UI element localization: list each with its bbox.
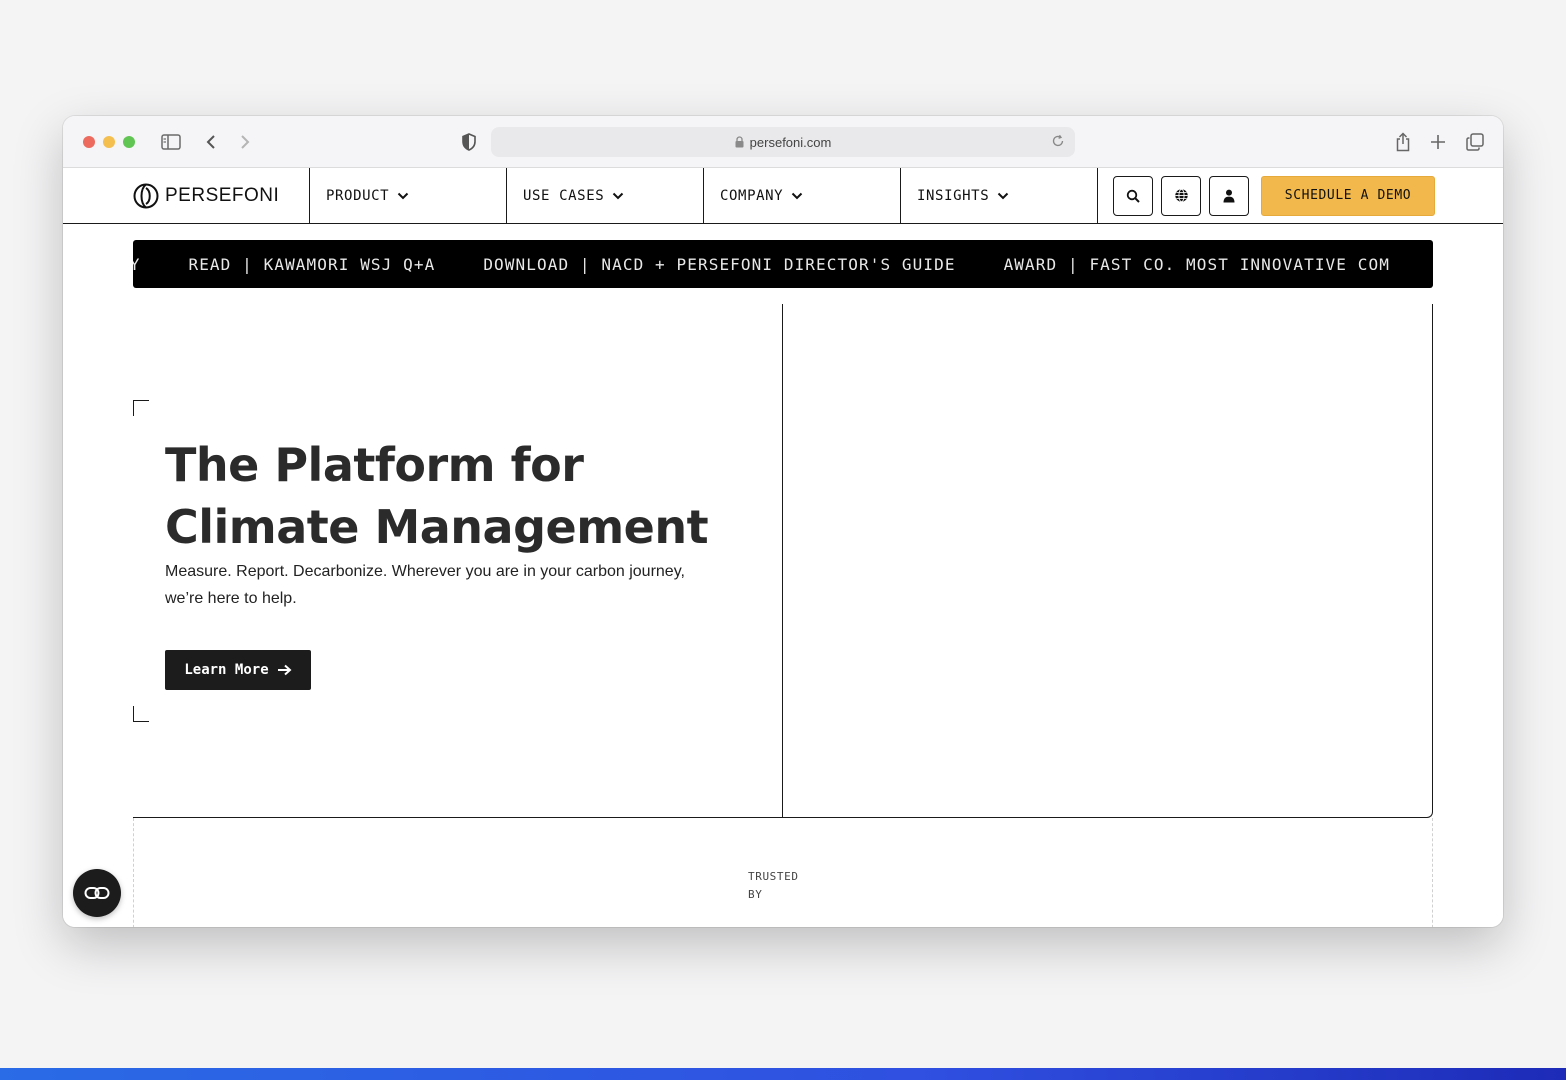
nav-item-company[interactable]: COMPANY <box>704 168 901 223</box>
ticker-item[interactable]: AWARD | FAST CO. MOST INNOVATIVE COM <box>1004 255 1390 274</box>
nav-item-insights[interactable]: INSIGHTS <box>901 168 1098 223</box>
nav-item-label: PRODUCT <box>326 187 390 204</box>
arrow-right-icon <box>277 664 292 676</box>
nav-item-label: COMPANY <box>720 187 784 204</box>
account-button[interactable] <box>1209 175 1249 216</box>
chevron-down-icon <box>612 192 624 200</box>
link-icon <box>84 887 110 899</box>
shield-icon[interactable] <box>457 130 481 154</box>
reload-icon[interactable] <box>1051 134 1065 148</box>
site-header: PERSEFONI PRODUCT USE CASES COMPANY INSI… <box>63 168 1503 224</box>
ticker-item[interactable]: READ | KAWAMORI WSJ Q+A <box>188 255 435 274</box>
chevron-down-icon <box>791 192 803 200</box>
trusted-by-section: TRUSTED BY <box>133 818 1433 927</box>
close-window-button[interactable] <box>83 136 95 148</box>
lock-icon <box>735 136 744 148</box>
tabs-overview-icon[interactable] <box>1463 130 1487 154</box>
browser-window: persefoni.com PERSEFONI PRODUCT USE CASE… <box>63 116 1503 927</box>
chevron-down-icon <box>997 192 1009 200</box>
share-icon[interactable] <box>1391 130 1415 154</box>
logo[interactable]: PERSEFONI <box>63 168 310 223</box>
hero-title: The Platform for Climate Management <box>165 438 709 554</box>
hero-media-panel <box>782 304 1433 818</box>
nav-item-product[interactable]: PRODUCT <box>310 168 507 223</box>
trusted-line-2: BY <box>748 888 763 901</box>
browser-titlebar: persefoni.com <box>63 116 1503 168</box>
learn-more-label: Learn More <box>184 662 269 678</box>
new-tab-icon[interactable] <box>1426 130 1450 154</box>
nav-item-label: USE CASES <box>523 187 605 204</box>
nav-item-use-cases[interactable]: USE CASES <box>507 168 704 223</box>
forward-icon[interactable] <box>233 130 257 154</box>
trusted-by-label: TRUSTED BY <box>748 868 808 904</box>
search-icon <box>1126 189 1140 203</box>
zoom-window-button[interactable] <box>123 136 135 148</box>
language-button[interactable] <box>1161 175 1201 216</box>
hero-subtitle: Measure. Report. Decarbonize. Wherever y… <box>165 563 685 607</box>
web-page: PERSEFONI PRODUCT USE CASES COMPANY INSI… <box>63 168 1503 927</box>
user-icon <box>1223 189 1235 202</box>
url-text: persefoni.com <box>749 134 832 150</box>
hero-text-panel: The Platform for Climate Management Meas… <box>133 304 783 818</box>
bottom-accent-bar <box>0 1068 1566 1080</box>
news-ticker: CY READ | KAWAMORI WSJ Q+A DOWNLOAD | NA… <box>133 240 1433 288</box>
back-icon[interactable] <box>199 130 223 154</box>
ticker-item[interactable]: CY <box>133 255 140 274</box>
minimize-window-button[interactable] <box>103 136 115 148</box>
floating-widget-button[interactable] <box>73 869 121 917</box>
corner-bracket <box>133 400 149 416</box>
learn-more-button[interactable]: Learn More <box>165 650 311 690</box>
nav-item-label: INSIGHTS <box>917 187 990 204</box>
ticker-track: CY READ | KAWAMORI WSJ Q+A DOWNLOAD | NA… <box>133 240 1433 288</box>
address-bar[interactable]: persefoni.com <box>491 127 1075 157</box>
persefoni-logo-icon <box>133 183 159 208</box>
corner-bracket <box>133 706 149 722</box>
search-button[interactable] <box>1113 175 1153 216</box>
logo-text: PERSEFONI <box>165 184 280 206</box>
header-actions: SCHEDULE A DEMO <box>1098 168 1435 223</box>
sidebar-icon[interactable] <box>159 130 183 154</box>
trusted-line-1: TRUSTED <box>748 870 799 883</box>
ticker-item[interactable]: DOWNLOAD | NACD + PERSEFONI DIRECTOR'S G… <box>483 255 955 274</box>
schedule-demo-button[interactable]: SCHEDULE A DEMO <box>1261 175 1435 216</box>
chevron-down-icon <box>397 192 409 200</box>
globe-icon <box>1174 188 1188 203</box>
